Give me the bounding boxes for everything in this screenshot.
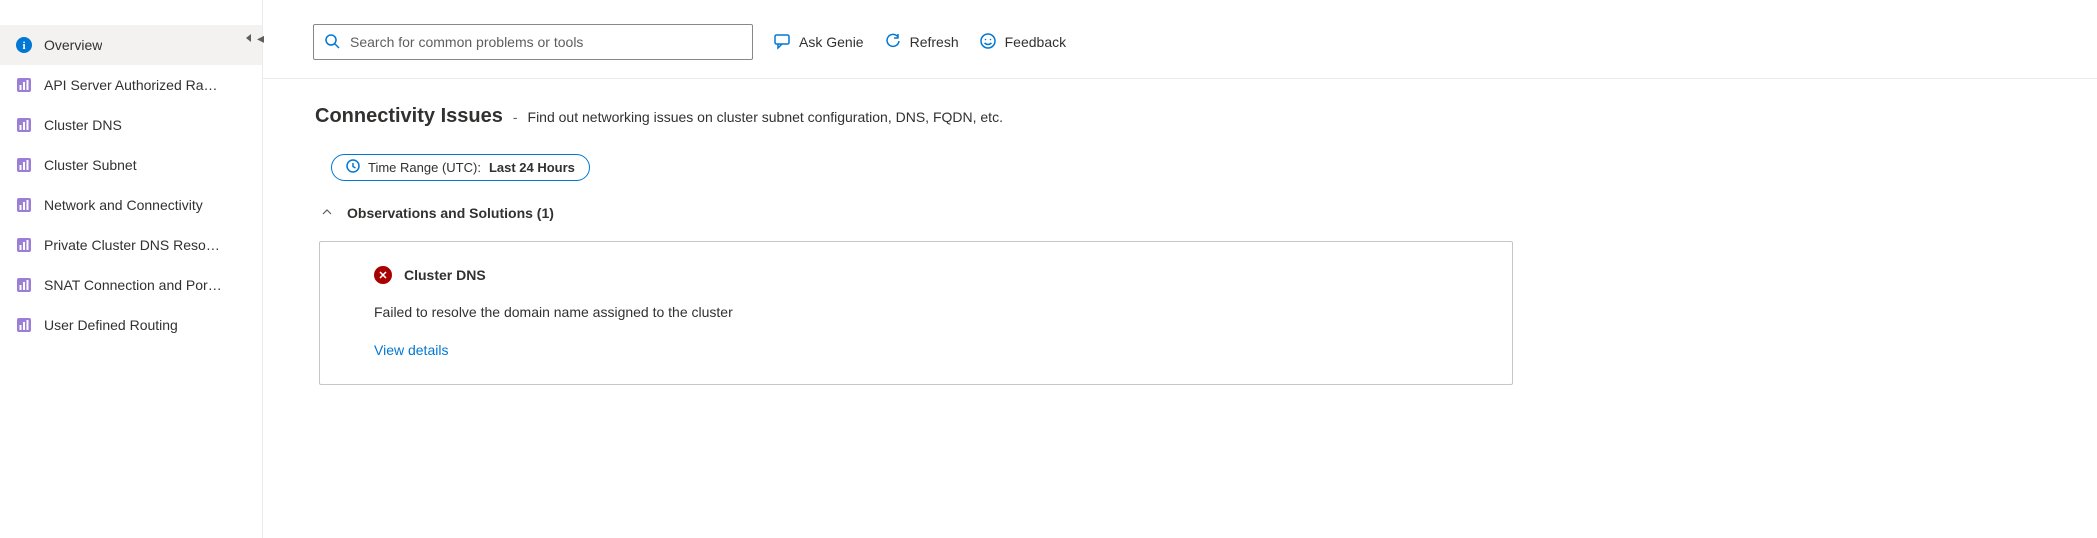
clock-icon (346, 159, 360, 176)
sidebar-item-api-server-authorized-ranges[interactable]: API Server Authorized Ranges (0, 65, 262, 105)
chart-icon (16, 117, 32, 133)
observation-card-title: Cluster DNS (404, 267, 486, 283)
sidebar-item-overview[interactable]: i Overview (0, 25, 262, 65)
observation-card-message: Failed to resolve the domain name assign… (374, 304, 1458, 320)
chat-icon (773, 32, 791, 53)
sidebar-item-snat-connection-and-port[interactable]: SNAT Connection and Port Al... (0, 265, 262, 305)
info-icon: i (16, 37, 32, 53)
chart-icon (16, 157, 32, 173)
sidebar-item-user-defined-routing[interactable]: User Defined Routing (0, 305, 262, 345)
sidebar-item-label: Network and Connectivity (44, 197, 203, 213)
time-range-prefix: Time Range (UTC): (368, 160, 481, 175)
sidebar-item-cluster-dns[interactable]: Cluster DNS (0, 105, 262, 145)
error-icon: ✕ (374, 266, 392, 284)
sidebar-collapse-icon[interactable]: ◂ (243, 30, 264, 47)
sidebar: ◂ i Overview API Server Authorized Range… (0, 0, 263, 538)
page-header: Connectivity Issues - Find out networkin… (315, 105, 2045, 128)
sidebar-item-label: Cluster DNS (44, 117, 122, 133)
ask-genie-button[interactable]: Ask Genie (773, 32, 864, 53)
sidebar-item-label: API Server Authorized Ranges (44, 77, 222, 93)
sidebar-item-label: Overview (44, 37, 102, 53)
sidebar-item-private-cluster-dns-resolution[interactable]: Private Cluster DNS Resolutio... (0, 225, 262, 265)
refresh-icon (884, 32, 902, 53)
content: Connectivity Issues - Find out networkin… (263, 79, 2097, 415)
search-input[interactable] (350, 34, 742, 50)
observations-title: Observations and Solutions (1) (347, 205, 554, 221)
sidebar-item-label: User Defined Routing (44, 317, 178, 333)
sidebar-item-label: Cluster Subnet (44, 157, 137, 173)
sidebar-item-label: SNAT Connection and Port Al... (44, 277, 222, 293)
svg-text:i: i (22, 40, 25, 52)
chart-icon (16, 197, 32, 213)
feedback-label: Feedback (1005, 34, 1066, 50)
observation-card: ✕ Cluster DNS Failed to resolve the doma… (319, 241, 1513, 385)
sidebar-item-network-and-connectivity[interactable]: Network and Connectivity (0, 185, 262, 225)
view-details-link[interactable]: View details (374, 342, 1458, 358)
refresh-button[interactable]: Refresh (884, 32, 959, 53)
chart-icon (16, 237, 32, 253)
smiley-icon (979, 32, 997, 53)
sidebar-item-label: Private Cluster DNS Resolutio... (44, 237, 222, 253)
topbar: Ask Genie Refresh Feedback (263, 0, 2097, 79)
chevron-up-icon (321, 206, 335, 221)
search-box[interactable] (313, 24, 753, 60)
ask-genie-label: Ask Genie (799, 34, 864, 50)
page-description: Find out networking issues on cluster su… (528, 109, 1003, 125)
search-icon (324, 33, 340, 52)
main-area: Ask Genie Refresh Feedback Connectivity … (263, 0, 2097, 538)
time-range-pill[interactable]: Time Range (UTC): Last 24 Hours (331, 154, 590, 181)
chart-icon (16, 277, 32, 293)
observations-section-header[interactable]: Observations and Solutions (1) (321, 205, 2045, 221)
sidebar-item-cluster-subnet[interactable]: Cluster Subnet (0, 145, 262, 185)
feedback-button[interactable]: Feedback (979, 32, 1066, 53)
page-title: Connectivity Issues (315, 105, 503, 128)
refresh-label: Refresh (910, 34, 959, 50)
time-range-value: Last 24 Hours (489, 160, 575, 175)
chart-icon (16, 317, 32, 333)
chart-icon (16, 77, 32, 93)
page-separator: - (513, 109, 518, 125)
